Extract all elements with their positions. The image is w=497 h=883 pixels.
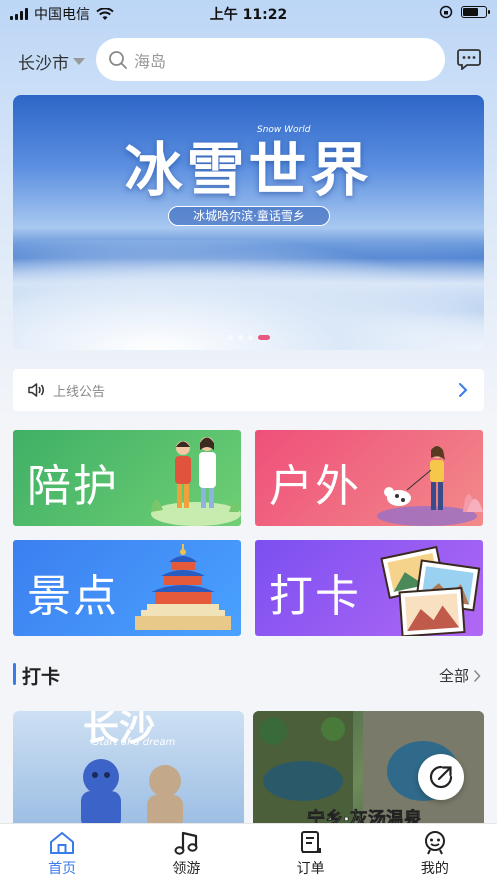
dog-walking-illustration-icon: [377, 446, 483, 526]
announcement-text: 上线公告: [53, 384, 106, 400]
search-icon: [109, 50, 127, 69]
chevron-right-icon: [473, 669, 481, 682]
checkin-card[interactable]: 长沙 Start of a dream: [13, 711, 244, 829]
carousel-dot: [237, 335, 243, 340]
share-button[interactable]: [418, 754, 464, 800]
promo-banner[interactable]: 冰雪世界 Snow World 冰城哈尔滨·童话雪乡: [13, 95, 484, 350]
category-tile-attractions[interactable]: 景点: [13, 540, 241, 636]
card-script-text: Start of a dream: [93, 737, 176, 748]
battery-icon: [461, 6, 490, 18]
tab-home[interactable]: 首页: [0, 824, 124, 883]
carousel-indicator: [13, 335, 484, 340]
snow-landscape: [13, 240, 484, 350]
search-placeholder: 海岛: [134, 51, 167, 71]
caret-down-icon: [73, 58, 85, 65]
status-right: [439, 5, 490, 19]
share-arrow-icon: [429, 765, 453, 789]
tab-label: 首页: [48, 861, 77, 877]
search-input[interactable]: 海岛: [96, 38, 445, 81]
top-header: 长沙市 海岛: [0, 38, 497, 82]
message-icon[interactable]: [457, 48, 481, 70]
photos-icon: [380, 545, 481, 636]
tile-label: 陪护: [27, 461, 119, 512]
carousel-dot: [227, 335, 233, 340]
category-tile-escort[interactable]: 陪护: [13, 430, 241, 526]
announcement-bar[interactable]: 上线公告: [13, 369, 484, 411]
rotation-lock-icon: [439, 5, 453, 19]
category-tile-checkin[interactable]: 打卡: [255, 540, 483, 636]
carousel-dot: [247, 335, 253, 340]
status-bar: 中国电信 上午 11:22: [0, 0, 497, 26]
view-all-label: 全部: [438, 667, 469, 685]
city-selector[interactable]: 长沙市: [18, 49, 85, 74]
view-all-link[interactable]: 全部: [439, 665, 481, 686]
banner-subtitle: 冰城哈尔滨·童话雪乡: [168, 206, 330, 226]
kaws-figures-illustration-icon: [81, 759, 183, 829]
chevron-right-icon: [459, 383, 468, 397]
order-list-icon: [300, 831, 321, 853]
carousel-dot-active: [257, 335, 270, 340]
tile-label: 打卡: [269, 571, 361, 622]
tab-label: 我的: [420, 861, 449, 877]
speaker-icon: [28, 383, 44, 397]
city-label: 长沙市: [18, 54, 69, 74]
user-face-icon: [424, 831, 445, 855]
flag-music-icon: [174, 831, 198, 855]
category-tile-outdoor[interactable]: 户外: [255, 430, 483, 526]
tab-orders[interactable]: 订单: [249, 824, 373, 883]
tile-label: 景点: [27, 571, 119, 622]
home-icon: [50, 832, 75, 854]
section-title: 打卡: [22, 666, 61, 688]
banner-title-en: Snow World: [257, 125, 311, 135]
section-accent-bar: [13, 663, 16, 685]
tile-label: 户外: [269, 461, 361, 512]
banner-title: 冰雪世界: [124, 136, 373, 204]
tab-profile[interactable]: 我的: [373, 824, 497, 883]
clock: 上午 11:22: [209, 7, 288, 23]
tab-label: 领游: [172, 861, 201, 877]
companion-illustration-icon: [151, 437, 241, 526]
tab-guide[interactable]: 领游: [124, 824, 248, 883]
bottom-tab-bar: 首页 领游 订单 我的: [0, 823, 497, 883]
tab-label: 订单: [296, 861, 325, 877]
temple-of-heaven-icon: [135, 544, 231, 630]
